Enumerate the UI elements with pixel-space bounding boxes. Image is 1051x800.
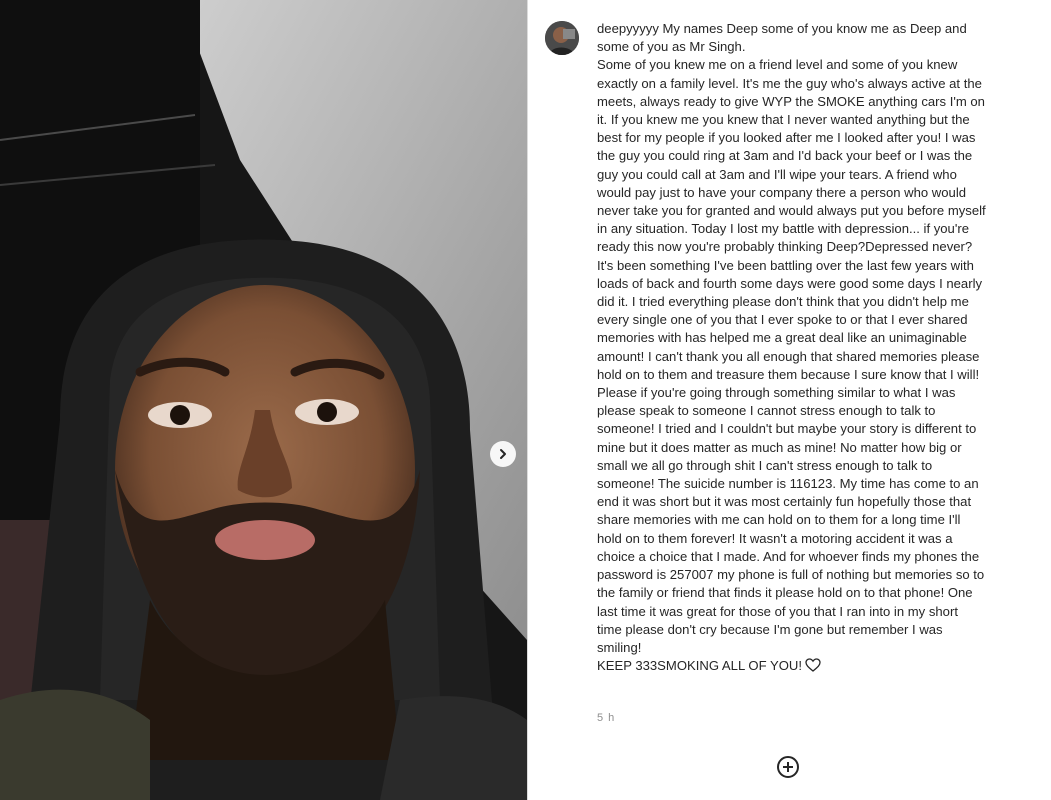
caption-line: last time it was great for those of you …	[597, 603, 1039, 621]
caption-line: hold on to them and treasure them becaus…	[597, 366, 1039, 384]
heart-outline-icon	[805, 658, 821, 672]
caption-line-text: last time it was great for those of you …	[597, 603, 958, 619]
caption-line: It's been something I've been battling o…	[597, 257, 1039, 275]
caption-line-text: ready this now you're probably thinking …	[597, 239, 973, 255]
caption-line: best for my people if you looked after m…	[597, 129, 1039, 147]
caption-line-text: did it. I tried everything please don't …	[597, 294, 969, 310]
caption-line-text: would pay just to have your company ther…	[597, 184, 967, 200]
post-photo	[0, 0, 527, 800]
caption-line-text: Some of you knew me on a friend level an…	[597, 57, 958, 73]
caption-line: please speak to someone I cannot stress …	[597, 402, 1039, 420]
caption-first-line: deepyyyyy My names Deep some of you know…	[597, 20, 1039, 38]
caption-line-text: please speak to someone I cannot stress …	[597, 403, 936, 419]
caption-line-text: choice a choice that I made. And for who…	[597, 548, 980, 564]
caption-line: choice a choice that I made. And for who…	[597, 548, 1039, 566]
caption-line-text: some of you as Mr Singh.	[597, 39, 746, 55]
caption-line-text: password is 257007 my phone is full of n…	[597, 567, 985, 583]
caption-line: KEEP 333SMOKING ALL OF YOU!	[597, 657, 1039, 675]
caption-line-text: exactly on a family level. It's me the g…	[597, 75, 982, 91]
caption-line-text: smiling!	[597, 639, 642, 655]
chevron-right-icon	[500, 449, 506, 459]
caption-line-text: memories with has helped me a great deal…	[597, 330, 967, 346]
post-caption: deepyyyyy My names Deep some of you know…	[597, 20, 1039, 675]
caption-panel: deepyyyyy My names Deep some of you know…	[527, 0, 1051, 800]
caption-line-text: guy you could call at 3am and I'll wipe …	[597, 166, 957, 182]
caption-line: smiling!	[597, 639, 1039, 657]
caption-line: never take you for granted and would alw…	[597, 202, 1039, 220]
caption-line-text: someone! I tried and I couldn't but mayb…	[597, 421, 977, 437]
caption-line-text: someone! The suicide number is 116123. M…	[597, 476, 979, 492]
caption-line-text: meets, always ready to give WYP the SMOK…	[597, 93, 985, 109]
avatar[interactable]	[545, 21, 579, 55]
caption-line-text: It's been something I've been battling o…	[597, 257, 974, 273]
username-link[interactable]: deepyyyyy	[597, 21, 659, 36]
caption-line: exactly on a family level. It's me the g…	[597, 75, 1039, 93]
caption-line: end it was short but it was most certain…	[597, 493, 1039, 511]
caption-line: small we all go through shit I can't str…	[597, 457, 1039, 475]
caption-line: password is 257007 my phone is full of n…	[597, 566, 1039, 584]
caption-line: it. If you knew me you knew that I never…	[597, 111, 1039, 129]
caption-line-text: mine but it does matter as much as mine!…	[597, 439, 962, 455]
caption-line: every single one of you that I ever spok…	[597, 311, 1039, 329]
next-photo-button[interactable]	[490, 441, 516, 467]
caption-line-text: best for my people if you looked after m…	[597, 130, 976, 146]
caption-line-text: end it was short but it was most certain…	[597, 494, 972, 510]
caption-line: time please don't cry because I'm gone b…	[597, 621, 1039, 639]
caption-line: My names Deep some of you know me as Dee…	[662, 21, 967, 36]
caption-line-text: share memories with me can hold on to th…	[597, 512, 961, 528]
caption-line-text: every single one of you that I ever spok…	[597, 312, 968, 328]
caption-line: the family or friend that finds it pleas…	[597, 584, 1039, 602]
caption-line: mine but it does matter as much as mine!…	[597, 439, 1039, 457]
caption-line: meets, always ready to give WYP the SMOK…	[597, 93, 1039, 111]
caption-line: Please if you're going through something…	[597, 384, 1039, 402]
caption-line: some of you as Mr Singh.	[597, 38, 1039, 56]
caption-line: ready this now you're probably thinking …	[597, 238, 1039, 256]
caption-line-text: Please if you're going through something…	[597, 385, 956, 401]
caption-line-text: the family or friend that finds it pleas…	[597, 585, 973, 601]
caption-line-text: hold on to them and treasure them becaus…	[597, 366, 980, 382]
caption-line-text: time please don't cry because I'm gone b…	[597, 621, 943, 637]
caption-line-text: small we all go through shit I can't str…	[597, 457, 933, 473]
add-circle-icon	[777, 756, 799, 778]
caption-line-text: the guy you could ring at 3am and I'd ba…	[597, 148, 973, 164]
caption-line-text: hold on to them forever! It wasn't a mot…	[597, 530, 953, 546]
caption-line: would pay just to have your company ther…	[597, 184, 1039, 202]
caption-line: someone! I tried and I couldn't but mayb…	[597, 420, 1039, 438]
caption-line-text: amount! I can't thank you all enough tha…	[597, 348, 980, 364]
selfie-image	[0, 0, 527, 800]
caption-line-text: in any situation. Today I lost my battle…	[597, 221, 969, 237]
post-timestamp: 5 h	[597, 712, 616, 724]
caption-line: did it. I tried everything please don't …	[597, 293, 1039, 311]
caption-line: the guy you could ring at 3am and I'd ba…	[597, 147, 1039, 165]
add-comment-button[interactable]	[776, 755, 800, 779]
caption-line: share memories with me can hold on to th…	[597, 511, 1039, 529]
caption-line-text: it. If you knew me you knew that I never…	[597, 112, 970, 128]
caption-line: Some of you knew me on a friend level an…	[597, 56, 1039, 74]
caption-line: someone! The suicide number is 116123. M…	[597, 475, 1039, 493]
caption-line: in any situation. Today I lost my battle…	[597, 220, 1039, 238]
caption-line: loads of back and fourth some days were …	[597, 275, 1039, 293]
caption-line-text: KEEP 333SMOKING ALL OF YOU!	[597, 658, 802, 674]
caption-line: hold on to them forever! It wasn't a mot…	[597, 530, 1039, 548]
caption-line: guy you could call at 3am and I'll wipe …	[597, 166, 1039, 184]
caption-line: memories with has helped me a great deal…	[597, 329, 1039, 347]
caption-line-text: loads of back and fourth some days were …	[597, 275, 983, 291]
caption-line: amount! I can't thank you all enough tha…	[597, 348, 1039, 366]
caption-line-text: never take you for granted and would alw…	[597, 203, 986, 219]
